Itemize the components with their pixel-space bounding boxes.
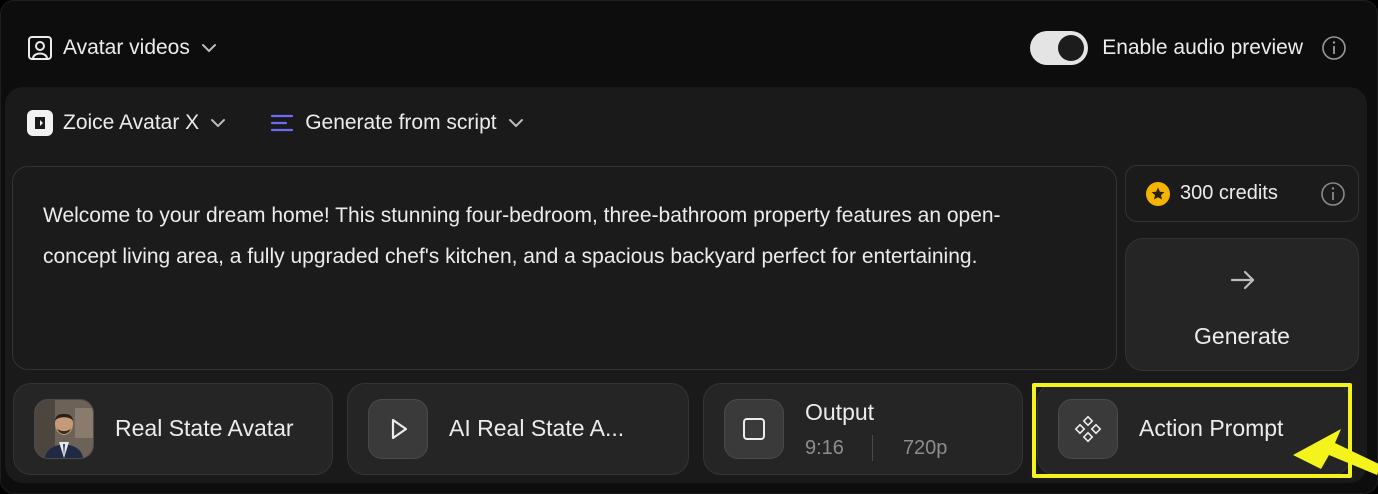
output-card-title: Output — [805, 399, 875, 425]
model-label: Zoice Avatar X — [63, 111, 200, 134]
voice-card-title: AI Real State A... — [449, 415, 625, 441]
voice-card[interactable]: AI Real State A... — [347, 383, 689, 475]
selectors-row: Zoice Avatar X Generate from script — [27, 105, 525, 141]
script-textarea[interactable]: Welcome to your dream home! This stunnin… — [12, 166, 1117, 370]
resolution: 720p — [902, 436, 948, 459]
generate-label: Generate — [1194, 323, 1290, 349]
source-dropdown[interactable]: Generate from script — [269, 110, 524, 136]
avatar — [34, 399, 94, 459]
star-coin-icon — [1146, 181, 1170, 206]
info-icon[interactable] — [1320, 181, 1346, 207]
source-label: Generate from script — [305, 111, 497, 134]
aspect-ratio: 9:16 — [805, 436, 844, 459]
mode-dropdown[interactable]: Avatar videos — [27, 29, 218, 67]
avatar-frame-icon — [28, 36, 52, 60]
chevron-down-icon — [201, 44, 216, 53]
audio-preview-control: Enable audio preview — [1030, 29, 1347, 67]
audio-preview-toggle[interactable] — [1030, 31, 1089, 65]
zoice-logo-icon — [27, 110, 53, 136]
square-frame-icon — [724, 399, 784, 459]
avatar-card[interactable]: Real State Avatar — [13, 383, 333, 475]
output-meta: 9:16 720p — [805, 435, 947, 461]
arrow-right-icon — [1230, 270, 1255, 290]
audio-preview-label: Enable audio preview — [1102, 36, 1303, 59]
app-window: Avatar videos Enable audio preview Zoice… — [0, 0, 1378, 494]
mode-label: Avatar videos — [63, 36, 190, 59]
play-icon — [368, 399, 428, 459]
credits-value: 300 credits — [1180, 182, 1278, 204]
text-lines-icon — [271, 114, 294, 132]
action-prompt-title: Action Prompt — [1139, 415, 1284, 441]
pointer-arrow-icon — [1293, 429, 1378, 475]
top-bar: Avatar videos Enable audio preview — [27, 29, 1347, 67]
output-card[interactable]: Output 9:16 720p — [703, 383, 1023, 475]
model-dropdown[interactable]: Zoice Avatar X — [27, 110, 227, 136]
chevron-down-icon — [508, 119, 523, 128]
move-diamonds-icon — [1058, 399, 1118, 459]
generate-button[interactable]: Generate — [1125, 238, 1359, 371]
script-text: Welcome to your dream home! This stunnin… — [43, 204, 1001, 268]
composer-panel: Zoice Avatar X Generate from script Welc… — [5, 87, 1367, 483]
chevron-down-icon — [211, 119, 226, 128]
credits-badge: 300 credits — [1125, 165, 1359, 222]
info-icon[interactable] — [1321, 35, 1347, 61]
avatar-card-title: Real State Avatar — [115, 415, 294, 441]
